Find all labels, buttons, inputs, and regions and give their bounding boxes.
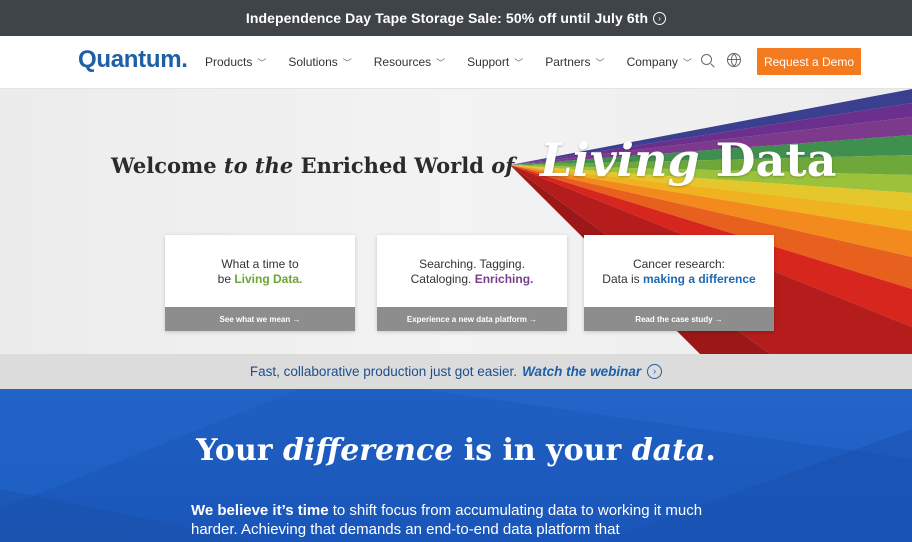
nav-label: Solutions [288,55,338,69]
watch-webinar-link[interactable]: Watch the webinar [522,364,641,379]
quantum-logo[interactable]: Quantum [78,46,188,74]
chevron-down-icon: ﹀ [342,57,352,68]
globe-icon[interactable] [727,53,741,67]
card-highlight: Enriching. [474,272,534,286]
card-line: be [217,272,235,286]
card-text: Searching. Tagging. Cataloging. Enriching… [377,235,567,306]
body-bold: We believe it’s time [191,502,329,519]
nav-label: Resources [373,55,432,69]
nav-label: Support [467,55,510,69]
card-highlight: Living Data. [234,272,303,286]
nav-item-resources[interactable]: Resources ﹀ [374,55,445,69]
card-line: Cataloging. [410,272,475,286]
nav-label: Products [205,55,253,69]
section-title: Your difference is in your data. [0,433,912,468]
nav-label: Company [626,55,678,69]
nav-item-company[interactable]: Company ﹀ [627,55,692,69]
chevron-down-icon: ﹀ [595,57,605,68]
title-part: . [705,433,716,468]
nav-menu: Products ﹀ Solutions ﹀ Resources ﹀ Support ﹀… [205,36,714,88]
card-line: Data is [602,272,643,286]
card-line: Searching. Tagging. [419,257,525,271]
card-link[interactable]: Experience a new data platform → [377,307,567,331]
title-part: Your [196,433,284,468]
nav-item-partners[interactable]: Partners ﹀ [545,55,604,69]
hero-headline: Welcome to the Enriched World of [111,153,514,178]
chevron-down-icon: ﹀ [682,57,692,68]
headline-part: Welcome [111,153,224,178]
title-part: difference [283,433,454,468]
living-word: Living [540,133,700,187]
title-part: data [631,433,706,468]
promo-text: Fast, collaborative production just got … [249,364,518,379]
nav-label: Partners [545,55,591,69]
data-word: Data [699,133,837,187]
card-line: What a time to [221,257,299,271]
hero-card[interactable]: Cancer research: Data is making a differe… [584,235,774,331]
arrow-right-circle-icon[interactable]: › [647,364,663,379]
chevron-down-icon: ﹀ [514,57,524,68]
hero-card[interactable]: What a time to be Living Data. See what w… [165,235,355,331]
living-data-title: Living Data [540,133,836,187]
chevron-down-icon: ﹀ [436,57,446,68]
nav-item-solutions[interactable]: Solutions ﹀ [288,55,351,69]
card-highlight: making a difference [642,272,756,286]
nav-item-support[interactable]: Support ﹀ [467,55,523,69]
announcement-text[interactable]: Independence Day Tape Storage Sale: 50% … [246,10,648,26]
chevron-down-icon: ﹀ [257,57,267,68]
card-text: What a time to be Living Data. [165,235,355,306]
card-link[interactable]: See what we mean → [165,307,355,331]
search-icon[interactable] [701,54,712,65]
chevron-right-circle-icon: › [653,11,667,25]
request-demo-button[interactable]: Request a Demo [757,48,861,75]
announcement-bar[interactable]: Independence Day Tape Storage Sale: 50% … [0,0,912,36]
section-body: We believe it’s time to shift focus from… [191,501,731,539]
title-part: is in your [453,433,632,468]
difference-section: Your difference is in your data. We beli… [0,389,912,542]
card-link[interactable]: Read the case study → [584,307,774,331]
nav-item-products[interactable]: Products ﹀ [205,55,266,69]
headline-part: Enriched World [293,153,492,178]
headline-part: to the [223,153,294,178]
card-text: Cancer research: Data is making a differe… [584,235,774,306]
hero-banner: Welcome to the Enriched World of Living … [0,89,912,354]
promo-strip[interactable]: Fast, collaborative production just got … [0,354,912,389]
headline-part: of [491,153,515,178]
card-line: Cancer research: [632,257,726,271]
hero-card[interactable]: Searching. Tagging. Cataloging. Enriching… [377,235,567,331]
